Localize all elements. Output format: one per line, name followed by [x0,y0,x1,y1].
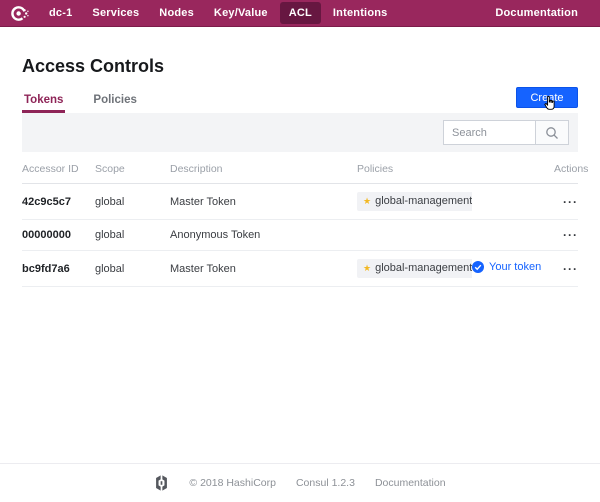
col-header-actions: Actions [554,152,578,184]
col-header-scope: Scope [95,152,170,184]
search-group [443,120,569,145]
tokens-table: Accessor ID Scope Description Policies A… [22,152,578,287]
more-actions-icon[interactable]: ··· [563,262,578,276]
nav-item-intentions[interactable]: Intentions [323,3,398,23]
search-input[interactable] [443,120,535,145]
actions-cell: ··· [554,184,578,220]
description: Master Token [170,184,357,220]
col-header-accessor-id: Accessor ID [22,152,95,184]
main-content: Access Controls Tokens Policies Create [0,57,600,287]
your-token-cell: Your token [472,251,554,287]
scope: global [95,251,170,287]
nav-item-dc[interactable]: dc-1 [39,3,82,23]
col-header-policies: Policies [357,152,472,184]
create-button[interactable]: Create [516,87,578,108]
star-icon: ★ [363,264,371,273]
policies-cell: ★ global-management [357,184,472,220]
footer-copyright: © 2018 HashiCorp [189,477,276,489]
policies-cell: ★ global-management [357,251,472,287]
table-row[interactable]: bc9fd7a6 global Master Token ★ global-ma… [22,251,578,287]
search-button[interactable] [535,120,569,145]
site-footer: © 2018 HashiCorp Consul 1.2.3 Documentat… [0,463,600,502]
table-row[interactable]: 42c9c5c7 global Master Token ★ global-ma… [22,184,578,220]
policy-name: global-management [375,262,472,274]
footer-version: Consul 1.2.3 [296,477,355,489]
description: Master Token [170,251,357,287]
page-title: Access Controls [22,57,578,75]
consul-logo-icon[interactable] [10,4,29,23]
your-token-label: Your token [489,261,541,273]
tab-policies[interactable]: Policies [91,88,138,113]
tab-tokens[interactable]: Tokens [22,88,65,113]
star-icon: ★ [363,197,371,206]
description: Anonymous Token [170,220,357,251]
hashicorp-logo-icon [154,475,169,491]
policies-cell [357,220,472,251]
nav-item-keyvalue[interactable]: Key/Value [204,3,278,23]
scope: global [95,184,170,220]
more-actions-icon[interactable]: ··· [563,228,578,242]
policy-badge: ★ global-management [357,192,472,211]
nav-item-documentation[interactable]: Documentation [485,3,588,23]
accessor-id: 00000000 [22,220,95,251]
col-header-spacer [472,152,554,184]
your-token-indicator: Your token [472,261,541,273]
nav-item-acl[interactable]: ACL [280,2,321,24]
your-token-cell [472,220,554,251]
footer-documentation-link[interactable]: Documentation [375,477,446,489]
check-circle-icon [472,261,484,273]
search-icon [545,126,559,140]
scope: global [95,220,170,251]
policy-badge: ★ global-management [357,259,472,278]
top-navbar: dc-1 Services Nodes Key/Value ACL Intent… [0,0,600,27]
accessor-id: 42c9c5c7 [22,184,95,220]
table-row[interactable]: 00000000 global Anonymous Token ··· [22,220,578,251]
actions-cell: ··· [554,251,578,287]
col-header-description: Description [170,152,357,184]
nav-item-nodes[interactable]: Nodes [149,3,204,23]
accessor-id: bc9fd7a6 [22,251,95,287]
actions-cell: ··· [554,220,578,251]
policy-name: global-management [375,195,472,207]
search-toolbar [22,113,578,152]
tab-bar: Tokens Policies Create [22,87,578,113]
nav-item-services[interactable]: Services [82,3,149,23]
your-token-cell [472,184,554,220]
more-actions-icon[interactable]: ··· [563,195,578,209]
table-header-row: Accessor ID Scope Description Policies A… [22,152,578,184]
